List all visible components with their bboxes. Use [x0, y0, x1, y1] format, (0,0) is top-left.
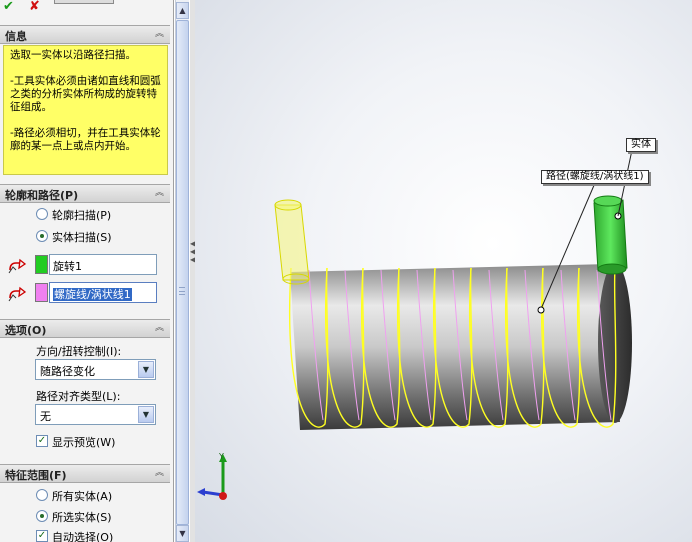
path-select-icon: [8, 286, 27, 302]
toolbar-tab[interactable]: [54, 0, 114, 4]
property-manager: ✔ ✘ 信息 ︽ 选取一实体以沿路径扫描。 -工具实体必须由诸如直线和圆弧之类的…: [0, 0, 174, 542]
cross-icon[interactable]: ✘: [29, 0, 40, 14]
callout-path-label[interactable]: 路径(螺旋线/涡状线1): [541, 170, 649, 184]
alignment-label: 路径对齐类型(L):: [36, 390, 121, 403]
auto-select-label: 自动选择(O): [52, 531, 114, 542]
alignment-value: 无: [40, 410, 51, 423]
auto-select-checkbox[interactable]: ✓: [36, 530, 48, 542]
message-line-1: 选取一实体以沿路径扫描。: [10, 49, 136, 61]
check-icon[interactable]: ✔: [3, 0, 14, 14]
collapse-icon[interactable]: ︽: [155, 322, 164, 334]
collapse-icon[interactable]: ︽: [155, 28, 164, 40]
message-line-2: -工具实体必须由诸如直线和圆弧之类的分析实体所构成的旋转特征组成。: [10, 75, 161, 113]
collapse-icon[interactable]: ︽: [155, 187, 164, 199]
tool-body-color-swatch: [35, 255, 48, 274]
radio-button[interactable]: [36, 208, 48, 220]
path-pick-point: [537, 306, 545, 314]
cylinder-body: [290, 264, 620, 430]
message-group-title: 信息: [5, 30, 27, 43]
scroll-down-icon[interactable]: ▼: [176, 525, 189, 542]
profile-path-group-header[interactable]: 轮廓和路径(P) ︽: [0, 184, 170, 203]
path-color-swatch: [35, 283, 48, 302]
dropdown-arrow-icon[interactable]: ▼: [138, 361, 154, 378]
tool-body-field[interactable]: 旋转1: [49, 254, 157, 275]
message-group-header[interactable]: 信息 ︽: [0, 25, 170, 44]
radio-label: 所有实体(A): [52, 490, 113, 503]
alignment-select[interactable]: 无 ▼: [35, 404, 156, 425]
show-preview-label: 显示预览(W): [52, 436, 116, 449]
options-group-header[interactable]: 选项(O) ︽: [0, 319, 170, 338]
feature-scope-group-title: 特征范围(F): [5, 469, 67, 482]
orientation-label: 方向/扭转控制(I):: [36, 345, 122, 358]
options-group-title: 选项(O): [5, 324, 47, 337]
scroll-grip-icon: [179, 287, 185, 295]
show-preview-checkbox[interactable]: ✓: [36, 435, 48, 447]
svg-text:Y: Y: [218, 452, 224, 461]
profile-path-group-title: 轮廓和路径(P): [5, 189, 79, 202]
radio-button[interactable]: [36, 489, 48, 501]
axis-triad-icon: Y: [197, 452, 227, 500]
path-value: 螺旋线/涡状线1: [53, 288, 132, 301]
radio-label: 所选实体(S): [52, 511, 112, 524]
collapse-icon[interactable]: ︽: [155, 467, 164, 479]
body-select-icon: [8, 258, 27, 274]
radio-button-selected[interactable]: [36, 510, 48, 522]
property-manager-toolbar: ✔ ✘: [0, 0, 173, 24]
scroll-thumb[interactable]: [176, 20, 189, 525]
panel-scrollbar[interactable]: ▲ ▼: [175, 0, 189, 542]
message-line-3: -路径必须相切，并在工具实体轮廓的某一点上或点内开始。: [10, 127, 161, 152]
radio-label: 实体扫描(S): [52, 231, 112, 244]
path-field[interactable]: 螺旋线/涡状线1: [49, 282, 157, 303]
selected-tool-body: [593, 195, 628, 275]
tool-body-value: 旋转1: [53, 260, 82, 273]
message-box: 选取一实体以沿路径扫描。 -工具实体必须由诸如直线和圆弧之类的分析实体所构成的旋…: [3, 45, 168, 175]
feature-scope-group-header[interactable]: 特征范围(F) ︽: [0, 464, 170, 483]
callout-solid-label[interactable]: 实体: [626, 138, 656, 152]
scroll-up-icon[interactable]: ▲: [176, 2, 189, 19]
tool-body-preview: [274, 199, 310, 285]
radio-button-selected[interactable]: [36, 230, 48, 242]
model-scene: [274, 149, 633, 430]
orientation-select[interactable]: 随路径变化 ▼: [35, 359, 156, 380]
dropdown-arrow-icon[interactable]: ▼: [138, 406, 154, 423]
radio-label: 轮廓扫描(P): [52, 209, 112, 222]
graphics-viewport[interactable]: 实体 路径(螺旋线/涡状线1) Y: [195, 0, 692, 542]
orientation-value: 随路径变化: [40, 365, 95, 378]
